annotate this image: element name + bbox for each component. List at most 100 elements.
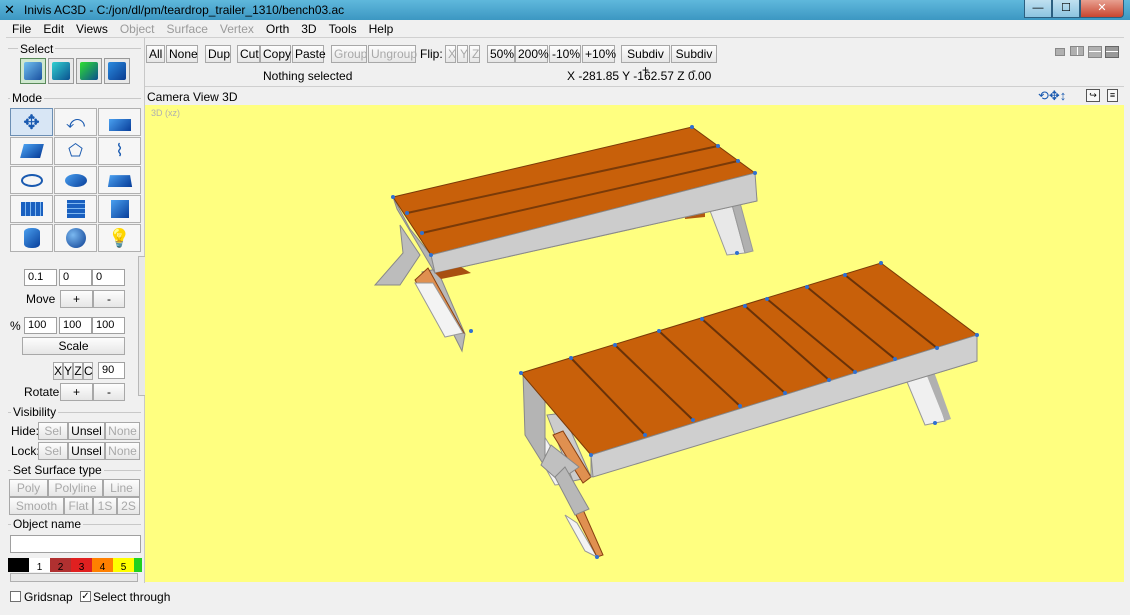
rotate-x-toggle[interactable]: X bbox=[53, 362, 63, 380]
menu-help[interactable]: Help bbox=[363, 20, 400, 38]
layout-four-view-icon[interactable] bbox=[1105, 46, 1119, 58]
rotate-z-toggle[interactable]: Z bbox=[73, 362, 83, 380]
subdiv-plus-button[interactable]: Subdiv + bbox=[621, 45, 670, 77]
lock-unsel-button[interactable]: Unsel bbox=[68, 442, 105, 460]
scale-x-field[interactable]: 100 bbox=[24, 317, 57, 334]
mode-cylinder-button[interactable] bbox=[10, 224, 53, 252]
flip-x-button[interactable]: X bbox=[445, 45, 456, 63]
palette-swatch-3[interactable]: 3 bbox=[71, 558, 92, 573]
palette-swatch-1[interactable]: 1 bbox=[29, 558, 50, 573]
lock-none-button[interactable]: None bbox=[105, 442, 140, 460]
zoom-minus10-button[interactable]: -10% bbox=[549, 45, 581, 63]
select-all-button[interactable]: All bbox=[146, 45, 165, 63]
menu-surface[interactable]: Surface bbox=[161, 20, 214, 38]
camera-viewport[interactable]: 3D (xz) bbox=[145, 105, 1124, 582]
maximize-button[interactable]: ☐ bbox=[1052, 0, 1080, 18]
paste-button[interactable]: Paste bbox=[292, 45, 326, 63]
hide-none-button[interactable]: None bbox=[105, 422, 140, 440]
palette-swatch-4[interactable]: 4 bbox=[92, 558, 113, 573]
mode-polyline-button[interactable]: ⬠ bbox=[54, 137, 97, 165]
view-header: Camera View 3D ⟲✥↕ ↪ ≡ bbox=[145, 86, 1124, 105]
palette-swatch-6[interactable] bbox=[134, 558, 142, 572]
mode-polygon-button[interactable] bbox=[10, 137, 53, 165]
mode-spline-button[interactable]: ⌇ bbox=[98, 137, 141, 165]
menu-3d[interactable]: 3D bbox=[295, 20, 322, 38]
layout-three-view-icon[interactable] bbox=[1088, 46, 1102, 58]
select-through-checkbox[interactable]: ✓ bbox=[80, 591, 91, 602]
surface-line-button[interactable]: Line bbox=[103, 479, 140, 497]
layout-one-view-icon[interactable] bbox=[1055, 48, 1065, 56]
ungroup-button[interactable]: Ungroup bbox=[368, 45, 417, 63]
mode-rectangle-button[interactable] bbox=[98, 166, 141, 194]
palette-swatch-5[interactable]: 5 bbox=[113, 558, 134, 573]
group-button[interactable]: Group bbox=[331, 45, 367, 63]
zoom-50-button[interactable]: 50% bbox=[487, 45, 515, 63]
scale-button[interactable]: Scale bbox=[22, 337, 125, 355]
mode-ellipse-button[interactable] bbox=[10, 166, 53, 194]
move-minus-button[interactable]: - bbox=[93, 290, 125, 308]
surface-polyline-button[interactable]: Polyline bbox=[48, 479, 103, 497]
surface-1s-button[interactable]: 1S bbox=[93, 497, 117, 515]
select-vertex-button[interactable] bbox=[104, 58, 130, 84]
menu-orth[interactable]: Orth bbox=[260, 20, 295, 38]
view-title[interactable]: Camera View 3D bbox=[147, 90, 237, 104]
flip-z-button[interactable]: Z bbox=[469, 45, 480, 63]
move-y-field[interactable]: 0 bbox=[59, 269, 92, 286]
hide-unsel-button[interactable]: Unsel bbox=[68, 422, 105, 440]
zoom-200-button[interactable]: 200% bbox=[515, 45, 549, 63]
menu-views[interactable]: Views bbox=[70, 20, 114, 38]
surface-smooth-button[interactable]: Smooth bbox=[9, 497, 64, 515]
surface-2s-button[interactable]: 2S bbox=[117, 497, 140, 515]
rotate-minus-button[interactable]: - bbox=[93, 383, 125, 401]
scale-z-field[interactable]: 100 bbox=[92, 317, 125, 334]
select-none-button[interactable]: None bbox=[166, 45, 198, 63]
layout-two-view-icon[interactable] bbox=[1070, 46, 1084, 56]
scale-y-field[interactable]: 100 bbox=[59, 317, 92, 334]
move-x-field[interactable]: 0.1 bbox=[24, 269, 57, 286]
palette-swatch-0[interactable] bbox=[8, 558, 29, 572]
close-button[interactable]: ✕ bbox=[1080, 0, 1124, 18]
copy-button[interactable]: Copy bbox=[260, 45, 291, 63]
mode-move-button[interactable]: ✥ bbox=[10, 108, 53, 136]
mode-rotate-button[interactable]: ⤺ bbox=[54, 108, 97, 136]
menu-tools[interactable]: Tools bbox=[323, 20, 363, 38]
hide-sel-button[interactable]: Sel bbox=[38, 422, 68, 440]
minimize-button[interactable]: — bbox=[1024, 0, 1052, 18]
view-maximize-icon[interactable]: ↪ bbox=[1086, 89, 1100, 102]
menu-edit[interactable]: Edit bbox=[37, 20, 70, 38]
select-object-button[interactable] bbox=[48, 58, 74, 84]
view-options-icon[interactable]: ≡ bbox=[1107, 89, 1118, 102]
mode-mesh-button[interactable] bbox=[10, 195, 53, 223]
flip-y-button[interactable]: Y bbox=[457, 45, 468, 63]
duplicate-button[interactable]: Dup bbox=[205, 45, 231, 63]
zoom-plus10-button[interactable]: +10% bbox=[582, 45, 616, 63]
menu-object[interactable]: Object bbox=[114, 20, 161, 38]
select-surface-button[interactable] bbox=[76, 58, 102, 84]
menu-bar: File Edit Views Object Surface Vertex Or… bbox=[6, 20, 1124, 38]
mode-sphere-button[interactable] bbox=[54, 224, 97, 252]
subdiv-minus-button[interactable]: Subdiv - bbox=[671, 45, 717, 77]
lock-sel-button[interactable]: Sel bbox=[38, 442, 68, 460]
mode-extrude-button[interactable] bbox=[98, 108, 141, 136]
mode-light-button[interactable]: 💡 bbox=[98, 224, 141, 252]
move-z-field[interactable]: 0 bbox=[92, 269, 125, 286]
palette-swatch-2[interactable]: 2 bbox=[50, 558, 71, 573]
view-navigate-icon[interactable]: ⟲✥↕ bbox=[1038, 88, 1066, 104]
rotate-c-toggle[interactable]: C bbox=[83, 362, 93, 380]
select-group-button[interactable] bbox=[20, 58, 46, 84]
menu-vertex[interactable]: Vertex bbox=[214, 20, 260, 38]
rotate-plus-button[interactable]: + bbox=[60, 383, 93, 401]
menu-file[interactable]: File bbox=[6, 20, 37, 38]
gridsnap-checkbox[interactable] bbox=[10, 591, 21, 602]
mode-box-grid-button[interactable] bbox=[54, 195, 97, 223]
cut-button[interactable]: Cut bbox=[237, 45, 260, 63]
mode-disk-button[interactable] bbox=[54, 166, 97, 194]
rotate-angle-field[interactable]: 90 bbox=[98, 362, 125, 379]
rotate-y-toggle[interactable]: Y bbox=[63, 362, 73, 380]
object-name-input[interactable] bbox=[10, 535, 141, 553]
mode-box-button[interactable] bbox=[98, 195, 141, 223]
palette-scrollbar[interactable] bbox=[10, 573, 138, 582]
surface-poly-button[interactable]: Poly bbox=[9, 479, 48, 497]
move-plus-button[interactable]: + bbox=[60, 290, 93, 308]
surface-flat-button[interactable]: Flat bbox=[64, 497, 93, 515]
